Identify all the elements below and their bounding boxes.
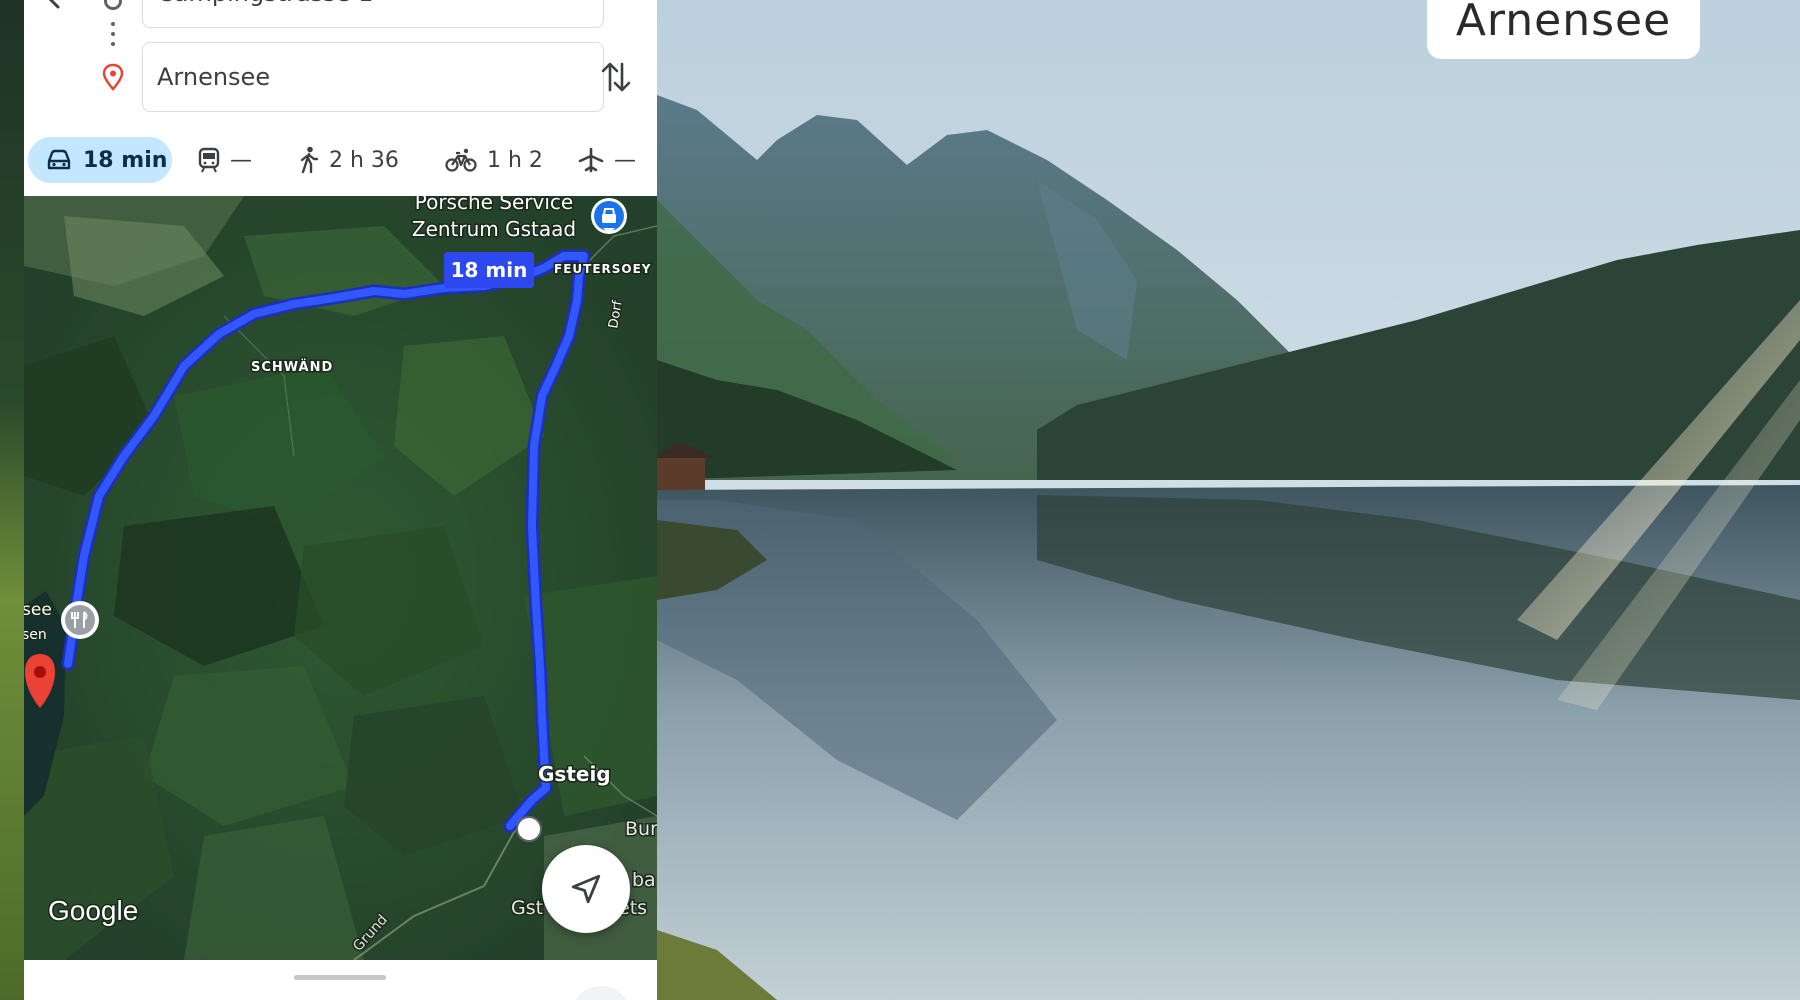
tab-bike[interactable]: 1 h 2 — [445, 137, 543, 183]
travel-mode-tabs: 18 min — 2 h 36 1 h 2 — — [24, 137, 657, 185]
tab-walk[interactable]: 2 h 36 — [299, 137, 399, 183]
lake-landscape-image — [657, 0, 1800, 1000]
back-arrow-icon[interactable] — [44, 0, 78, 10]
directions-header: Campingstrasse 1 Arnensee 18 min — [24, 0, 657, 196]
car-service-icon[interactable] — [591, 198, 627, 234]
train-icon — [198, 147, 220, 173]
route-duration-badge[interactable]: 18 min — [444, 252, 534, 288]
photo-title: Arnensee — [1455, 0, 1672, 46]
route-dots-icon — [110, 22, 116, 50]
gst-label: Gst — [511, 897, 543, 919]
sheet-action-button[interactable] — [571, 986, 631, 1000]
feutersoey-label: FEUTERSOEY — [554, 262, 652, 276]
origin-icon — [104, 0, 122, 10]
burg-label: Bur — [625, 818, 657, 840]
airplane-icon — [578, 147, 604, 173]
walk-duration: 2 h 36 — [329, 147, 399, 173]
schwand-label: SCHWÄND — [251, 359, 333, 375]
flight-duration: — — [614, 147, 636, 173]
arnensee-photo — [657, 0, 1800, 1000]
arnensee-map-label: see — [24, 600, 52, 620]
background-grass-strip — [0, 0, 24, 1000]
tab-transit[interactable]: — — [198, 137, 252, 183]
ba-label: ba — [632, 869, 656, 891]
transit-duration: — — [230, 147, 252, 173]
swap-directions-icon[interactable] — [599, 58, 633, 96]
gsteig-label: Gsteig — [538, 762, 611, 786]
bike-duration: 1 h 2 — [487, 147, 543, 173]
drive-duration: 18 min — [83, 147, 168, 173]
tab-drive[interactable]: 18 min — [28, 137, 172, 183]
origin-input[interactable]: Campingstrasse 1 — [142, 0, 604, 28]
photo-title-card: Arnensee — [1427, 0, 1700, 59]
svg-text:18 min: 18 min — [451, 258, 528, 282]
tab-flight[interactable]: — — [578, 137, 636, 183]
start-navigation-button[interactable] — [542, 845, 630, 933]
satellite-map[interactable]: 18 min Porsche Service Zentrum Gstaad FE… — [24, 196, 657, 960]
bottom-sheet[interactable] — [24, 960, 657, 1000]
walking-icon — [300, 146, 319, 174]
destination-pin-icon — [102, 63, 124, 91]
bicycle-icon — [445, 148, 477, 172]
seeblick-map-label: sen — [24, 627, 47, 643]
map-canvas[interactable]: 18 min Porsche Service Zentrum Gstaad FE… — [24, 196, 657, 960]
car-icon — [47, 149, 71, 170]
porsche-service-label: Porsche Service — [415, 196, 573, 214]
google-logo: Google — [48, 895, 138, 926]
porsche-zentrum-label: Zentrum Gstaad — [412, 217, 576, 241]
sheet-drag-handle[interactable] — [294, 975, 386, 980]
origin-dot-marker[interactable] — [516, 816, 542, 842]
maps-phone-screen: 18 min Porsche Service Zentrum Gstaad FE… — [24, 0, 657, 1000]
navigation-arrow-icon — [571, 874, 601, 904]
restaurant-icon[interactable] — [61, 601, 99, 639]
destination-input[interactable]: Arnensee — [142, 42, 604, 112]
